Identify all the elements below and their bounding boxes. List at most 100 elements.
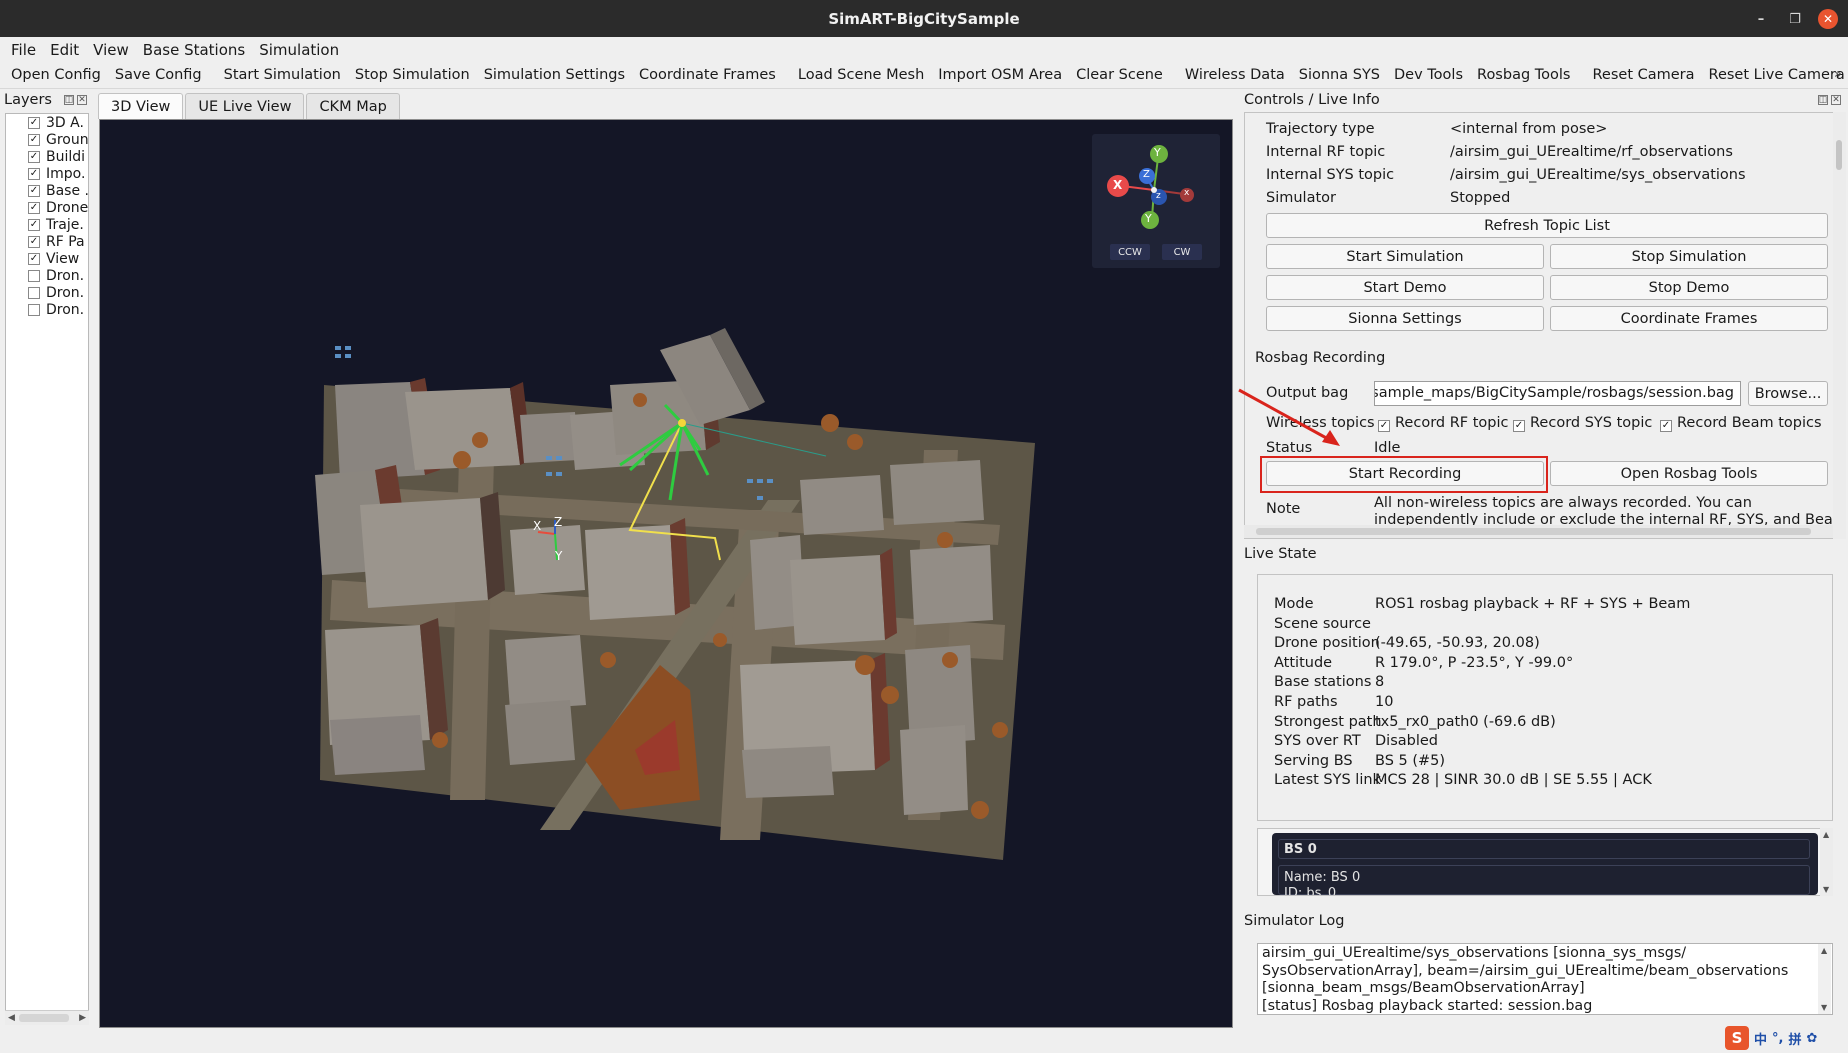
stop-demo-button[interactable]: Stop Demo [1550,275,1828,300]
start-simulation-button[interactable]: Start Simulation [217,67,348,83]
reset-camera-button[interactable]: Reset Camera [1586,67,1702,83]
layer-item[interactable]: Dron. [6,301,88,318]
layer-checkbox-checked[interactable]: ✓ [28,133,40,146]
menu-simulation[interactable]: Simulation [252,41,346,59]
record-rf-checkbox[interactable]: ✓ Record RF topic [1378,415,1509,432]
tab-ue-live-view[interactable]: UE Live View [185,93,305,119]
refresh-topic-list-button[interactable]: Refresh Topic List [1266,213,1828,238]
ime-settings-icon[interactable]: ✿ [1806,1031,1817,1046]
layer-item[interactable]: ✓ View [6,250,88,267]
minimize-icon[interactable]: – [1751,9,1771,29]
rotate-ccw-button[interactable]: CCW [1110,244,1150,260]
gizmo-z-neg-label: z [1156,191,1161,201]
load-scene-mesh-button[interactable]: Load Scene Mesh [791,67,931,83]
ime-logo-icon[interactable]: S [1725,1026,1749,1050]
menu-edit[interactable]: Edit [43,41,86,59]
save-config-button[interactable]: Save Config [108,67,209,83]
scroll-up-icon[interactable]: ▲ [1823,830,1829,839]
bs-list-scrollbar[interactable]: ▲ ▼ [1820,828,1833,896]
stop-simulation-panel-button[interactable]: Stop Simulation [1550,244,1828,269]
controls-horizontal-scrollbar[interactable] [1244,525,1833,538]
city-scene[interactable] [100,120,1233,1028]
scroll-down-icon[interactable]: ▼ [1821,1003,1827,1012]
layer-item[interactable]: ✓ 3D A. [6,114,88,131]
rosbag-tools-button[interactable]: Rosbag Tools [1470,67,1577,83]
open-rosbag-tools-button[interactable]: Open Rosbag Tools [1550,461,1828,486]
scrollbar-thumb[interactable] [1256,528,1811,535]
dock-float-icon[interactable]: ◫ [1818,95,1828,105]
scrollbar-thumb[interactable] [19,1014,69,1022]
scroll-down-icon[interactable]: ▼ [1823,885,1829,894]
dock-float-icon[interactable]: ◫ [64,95,74,105]
layer-checkbox-checked[interactable]: ✓ [28,150,40,163]
stop-simulation-button[interactable]: Stop Simulation [348,67,477,83]
wireless-data-button[interactable]: Wireless Data [1178,67,1292,83]
base-station-card[interactable]: BS 0 Name: BS 0 ID: bs_0 [1272,833,1818,895]
layer-checkbox-checked[interactable]: ✓ [28,201,40,214]
dock-close-icon[interactable]: ✕ [77,95,87,105]
dev-tools-button[interactable]: Dev Tools [1387,67,1470,83]
rotate-cw-button[interactable]: CW [1162,244,1202,260]
maximize-icon[interactable]: ❐ [1785,9,1805,29]
scrollbar-thumb[interactable] [1836,140,1842,170]
layers-items: ✓ 3D A. ✓ Groun ✓ Buildi ✓ Impo. ✓ Base . ✓ Drone ✓ T… [6,114,88,318]
menu-file[interactable]: File [4,41,43,59]
layer-checkbox-checked[interactable]: ✓ [28,235,40,248]
sionna-settings-button[interactable]: Sionna Settings [1266,306,1544,331]
layer-item[interactable]: ✓ Buildi [6,148,88,165]
layer-item[interactable]: ✓ Groun [6,131,88,148]
reset-live-camera-button[interactable]: Reset Live Camera [1702,67,1848,83]
layers-horizontal-scrollbar[interactable]: ◀ ▶ [5,1010,89,1025]
3d-viewport[interactable]: X Z Y Y Y X x Z z CCW CW [99,119,1233,1028]
layer-checkbox-checked[interactable]: ✓ [28,116,40,129]
ime-punctuation[interactable]: °, [1772,1031,1783,1046]
coordinate-frames-panel-button[interactable]: Coordinate Frames [1550,306,1828,331]
bs-card-header-row [1278,839,1810,859]
toolbar-overflow-icon[interactable]: » [1834,67,1842,82]
start-recording-button[interactable]: Start Recording [1266,461,1544,486]
layer-item[interactable]: ✓ Traje. [6,216,88,233]
layer-item[interactable]: ✓ RF Pa [6,233,88,250]
scroll-up-icon[interactable]: ▲ [1821,946,1827,955]
base-station-list: BS 0 Name: BS 0 ID: bs_0 [1257,828,1833,896]
menu-view[interactable]: View [86,41,136,59]
simulator-log[interactable]: airsim_gui_UErealtime/sys_observations [… [1257,943,1833,1015]
layer-item[interactable]: Dron. [6,284,88,301]
close-icon[interactable]: ✕ [1818,9,1838,29]
browse-button[interactable]: Browse... [1748,381,1828,406]
ime-chinese-mode[interactable]: 中 [1754,1029,1767,1048]
ime-pinyin[interactable]: 拼 [1788,1029,1801,1048]
layer-item[interactable]: ✓ Impo. [6,165,88,182]
live-state-value: BS 5 (#5) [1375,752,1446,769]
coordinate-frames-button[interactable]: Coordinate Frames [632,67,783,83]
layer-checkbox-checked[interactable]: ✓ [28,167,40,180]
layer-item[interactable]: Dron. [6,267,88,284]
scroll-left-icon[interactable]: ◀ [8,1013,15,1023]
layer-label: Groun [46,131,89,148]
simulation-settings-button[interactable]: Simulation Settings [477,67,632,83]
tab-3d-view[interactable]: 3D View [98,93,184,119]
layer-item[interactable]: ✓ Base . [6,182,88,199]
start-simulation-panel-button[interactable]: Start Simulation [1266,244,1544,269]
controls-vertical-scrollbar[interactable] [1833,112,1846,539]
menu-base-stations[interactable]: Base Stations [136,41,252,59]
clear-scene-button[interactable]: Clear Scene [1069,67,1170,83]
open-config-button[interactable]: Open Config [4,67,108,83]
layer-checkbox-checked[interactable]: ✓ [28,218,40,231]
tab-ckm-map[interactable]: CKM Map [306,93,400,119]
layer-checkbox[interactable] [28,286,40,299]
layer-checkbox[interactable] [28,269,40,282]
sionna-sys-button[interactable]: Sionna SYS [1292,67,1387,83]
dock-close-icon[interactable]: ✕ [1831,95,1841,105]
log-scrollbar[interactable]: ▲ ▼ [1818,944,1831,1014]
layer-item[interactable]: ✓ Drone [6,199,88,216]
output-bag-field[interactable]: RT_sample_maps/BigCitySample/rosbags/ses… [1374,381,1741,406]
import-osm-area-button[interactable]: Import OSM Area [931,67,1069,83]
record-sys-checkbox[interactable]: ✓ Record SYS topic [1513,415,1652,432]
start-demo-button[interactable]: Start Demo [1266,275,1544,300]
layer-checkbox-checked[interactable]: ✓ [28,252,40,265]
scroll-right-icon[interactable]: ▶ [79,1013,86,1023]
layer-checkbox-checked[interactable]: ✓ [28,184,40,197]
layer-checkbox[interactable] [28,303,40,316]
record-beam-checkbox[interactable]: ✓ Record Beam topics [1660,415,1822,432]
